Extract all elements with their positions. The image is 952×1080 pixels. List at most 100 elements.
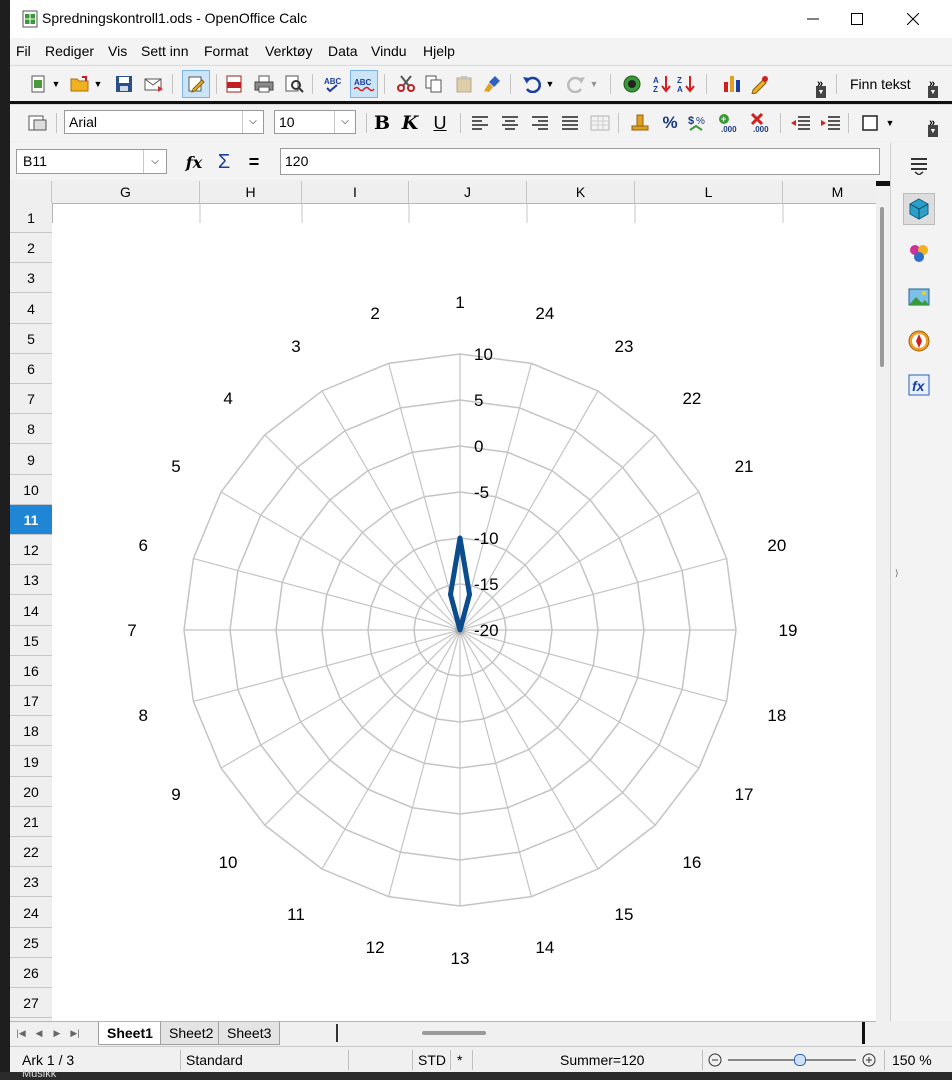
vertical-scrollbar[interactable]	[876, 181, 890, 1021]
zoom-slider-track[interactable]	[728, 1059, 856, 1061]
taskbar-label[interactable]: Musikk	[22, 1068, 56, 1080]
function-wizard-button[interactable]: fx	[182, 151, 206, 173]
first-sheet-button[interactable]: |◀	[14, 1026, 28, 1040]
column-header-m[interactable]: M	[783, 181, 876, 203]
row-header-12[interactable]: 12	[10, 535, 52, 566]
tab-splitter[interactable]	[336, 1024, 338, 1042]
row-header-11[interactable]: 11	[10, 505, 52, 535]
row-header-26[interactable]: 26	[10, 958, 52, 988]
name-box[interactable]: B11 ⌵	[16, 149, 167, 174]
row-header-2[interactable]: 2	[10, 233, 52, 264]
clone-formatting-button[interactable]	[480, 72, 504, 96]
column-header-k[interactable]: K	[527, 181, 635, 203]
menu-format[interactable]: Format	[204, 43, 248, 59]
sum-button[interactable]: Σ	[212, 151, 236, 173]
navigator-globe-button[interactable]	[620, 72, 644, 96]
edit-file-button[interactable]	[182, 70, 210, 98]
prev-sheet-button[interactable]: ◀	[32, 1026, 46, 1040]
undo-dropdown-button[interactable]: ▼	[544, 72, 556, 96]
toolbar-options-button[interactable]: ▼	[816, 86, 826, 98]
new-document-button[interactable]	[26, 72, 50, 96]
cut-button[interactable]	[394, 72, 418, 96]
menu-sett-inn[interactable]: Sett inn	[141, 43, 188, 59]
redo-dropdown-button[interactable]: ▼	[588, 72, 600, 96]
sidebar-styles-button[interactable]	[903, 237, 935, 269]
row-header-4[interactable]: 4	[10, 294, 52, 324]
email-button[interactable]	[142, 72, 166, 96]
undo-button[interactable]	[520, 72, 544, 96]
function-button[interactable]: =	[242, 151, 266, 173]
insert-chart-button[interactable]	[720, 72, 744, 96]
row-header-22[interactable]: 22	[10, 837, 52, 868]
row-header-1[interactable]: 1	[10, 203, 52, 233]
print-button[interactable]	[252, 72, 276, 96]
sheet-tab-sheet3[interactable]: Sheet3	[218, 1022, 281, 1045]
find-options-button[interactable]: ▼	[928, 86, 938, 98]
polar-chart[interactable]: 1050-5-10-15-20 123456789101112131415161…	[52, 203, 876, 1021]
zoom-in-icon[interactable]	[862, 1053, 876, 1067]
column-header-j[interactable]: J	[409, 181, 527, 203]
currency-format-button[interactable]	[628, 111, 652, 135]
italic-button[interactable]: K	[398, 111, 422, 135]
sidebar-gallery-button[interactable]	[903, 281, 935, 313]
corner-select-all[interactable]	[10, 181, 52, 203]
underline-button[interactable]: U	[428, 111, 452, 135]
last-sheet-button[interactable]: ▶|	[68, 1026, 82, 1040]
justify-button[interactable]	[558, 111, 582, 135]
spellcheck-button[interactable]: ABC	[322, 72, 346, 96]
styles-button[interactable]	[26, 111, 50, 135]
row-header-6[interactable]: 6	[10, 354, 52, 384]
spreadsheet-grid[interactable]: G H I J K L M 1 2 3 4 5 6 7 8 9 10 11 12 13 14 15 16 17 1…	[10, 181, 876, 1021]
sidebar-properties-button[interactable]	[903, 193, 935, 225]
sidebar-menu-button[interactable]	[903, 149, 935, 181]
menu-rediger[interactable]: Rediger	[45, 43, 94, 59]
row-header-15[interactable]: 15	[10, 626, 52, 656]
font-name-combo[interactable]: Arial ⌵	[64, 110, 264, 134]
zoom-out-icon[interactable]	[708, 1053, 722, 1067]
increase-indent-button[interactable]	[818, 111, 842, 135]
menu-verktoy[interactable]: Verktøy	[265, 43, 312, 59]
save-button[interactable]	[112, 72, 136, 96]
open-dropdown-button[interactable]: ▼	[92, 72, 104, 96]
merge-cells-button[interactable]	[588, 111, 612, 135]
vertical-scroll-thumb[interactable]	[880, 207, 884, 367]
row-header-25[interactable]: 25	[10, 928, 52, 958]
row-header-20[interactable]: 20	[10, 777, 52, 807]
print-preview-button[interactable]	[282, 72, 306, 96]
font-name-dropdown[interactable]: ⌵	[242, 111, 263, 133]
borders-button[interactable]	[858, 111, 882, 135]
row-header-3[interactable]: 3	[10, 263, 52, 294]
sidebar-functions-button[interactable]: fx	[903, 369, 935, 401]
add-decimal-button[interactable]: + .000	[716, 111, 740, 135]
sidebar-collapse-handle[interactable]: ⟩	[895, 568, 899, 579]
row-header-10[interactable]: 10	[10, 475, 52, 505]
menu-vindu[interactable]: Vindu	[371, 43, 407, 59]
font-size-dropdown[interactable]: ⌵	[334, 111, 355, 133]
maximize-button[interactable]	[834, 4, 880, 34]
menu-fil[interactable]: Fil	[16, 43, 31, 59]
row-header-13[interactable]: 13	[10, 565, 52, 596]
next-sheet-button[interactable]: ▶	[50, 1026, 64, 1040]
column-header-h[interactable]: H	[200, 181, 302, 203]
menu-vis[interactable]: Vis	[108, 43, 127, 59]
row-header-21[interactable]: 21	[10, 807, 52, 837]
find-text-label[interactable]: Finn tekst	[850, 76, 911, 92]
new-dropdown-button[interactable]: ▼	[50, 72, 62, 96]
close-button[interactable]	[890, 4, 936, 34]
standard-format-button[interactable]: $%	[686, 111, 710, 135]
column-header-i[interactable]: I	[302, 181, 409, 203]
status-selection-mode[interactable]: STD	[418, 1052, 446, 1068]
borders-dropdown-button[interactable]: ▼	[884, 111, 896, 135]
copy-button[interactable]	[422, 72, 446, 96]
zoom-slider-thumb[interactable]	[794, 1054, 806, 1066]
status-page-style[interactable]: Standard	[186, 1052, 243, 1068]
row-header-8[interactable]: 8	[10, 414, 52, 445]
row-header-17[interactable]: 17	[10, 686, 52, 717]
row-header-24[interactable]: 24	[10, 898, 52, 928]
name-box-dropdown[interactable]: ⌵	[143, 150, 166, 173]
formatting-options-button[interactable]: ▼	[928, 125, 938, 137]
row-header-5[interactable]: 5	[10, 324, 52, 354]
row-header-9[interactable]: 9	[10, 445, 52, 475]
row-header-19[interactable]: 19	[10, 747, 52, 777]
row-header-7[interactable]: 7	[10, 384, 52, 415]
